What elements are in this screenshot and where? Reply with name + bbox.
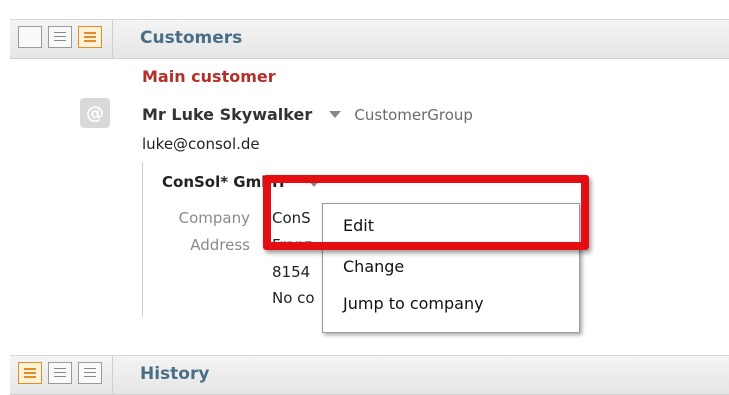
history-section-header: History — [10, 355, 729, 395]
customer-name[interactable]: Mr Luke Skywalker — [142, 105, 312, 124]
menu-item-change[interactable]: Change — [343, 257, 404, 276]
customer-email[interactable]: luke@consol.de — [142, 135, 260, 153]
address-line-3: No co — [272, 289, 315, 307]
chevron-down-icon[interactable] — [329, 111, 342, 118]
customer-group: CustomerGroup — [354, 106, 473, 124]
address-field-label: Address — [190, 236, 250, 254]
customers-section-header: Customers — [10, 19, 729, 59]
detail-view-icon[interactable] — [78, 362, 102, 384]
detail-view-icon[interactable] — [78, 26, 102, 48]
list-view-icon[interactable] — [48, 362, 72, 384]
customers-section-title: Customers — [140, 28, 243, 48]
compact-view-icon[interactable] — [18, 362, 42, 384]
menu-item-jump-to-company[interactable]: Jump to company — [343, 294, 484, 313]
header-divider — [112, 20, 113, 58]
compact-view-icon[interactable] — [18, 26, 42, 48]
list-view-icon[interactable] — [48, 26, 72, 48]
address-line-2: 8154 — [272, 263, 311, 281]
at-icon[interactable]: @ — [80, 98, 110, 128]
history-section-title: History — [140, 364, 210, 384]
company-field-label: Company — [178, 209, 250, 227]
customer-row: Mr Luke Skywalker CustomerGroup — [142, 105, 473, 124]
highlight-annotation — [263, 175, 589, 250]
header-divider — [112, 356, 113, 394]
main-customer-label: Main customer — [142, 67, 276, 86]
